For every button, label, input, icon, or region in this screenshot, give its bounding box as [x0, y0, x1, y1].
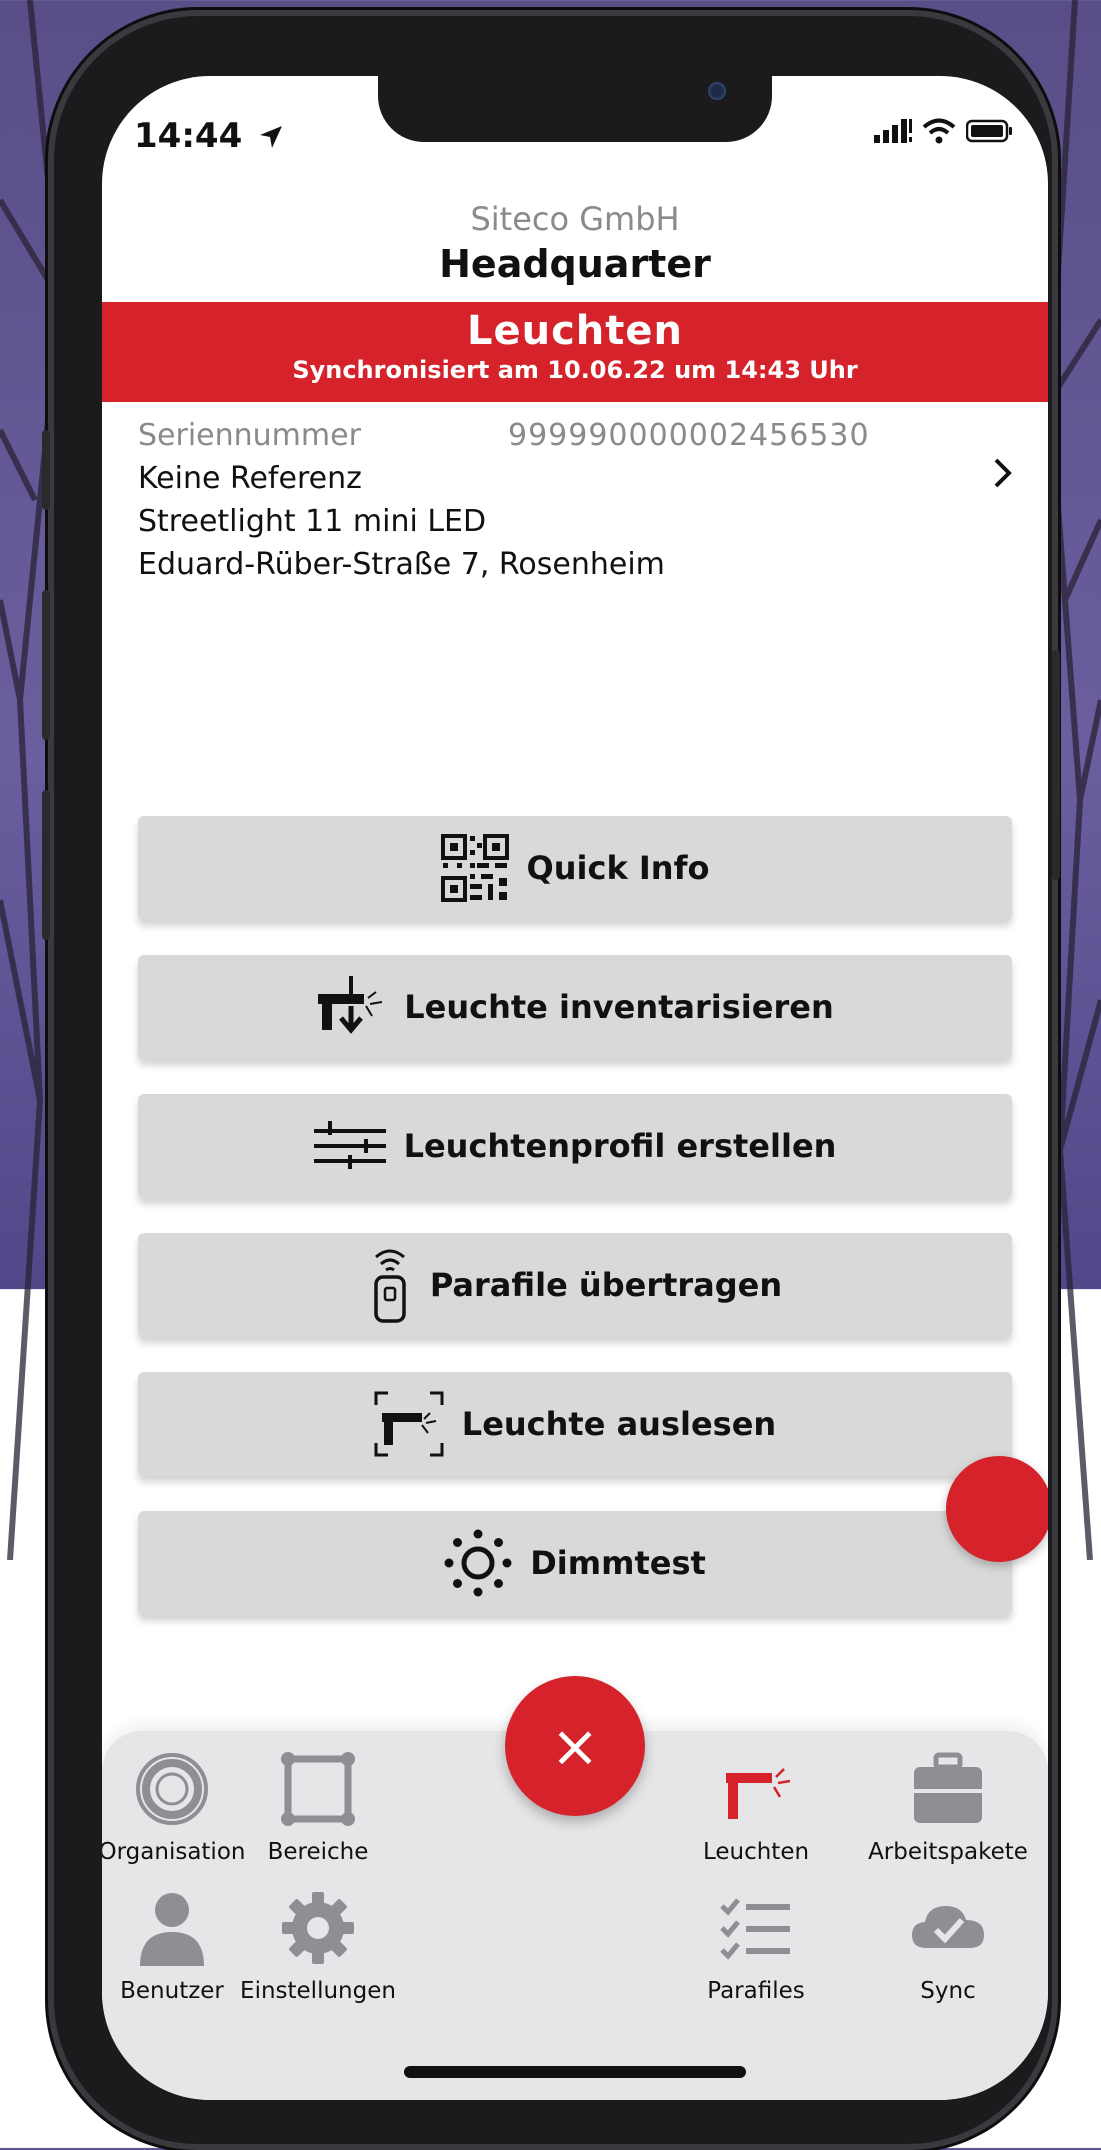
dim-test-label: Dimmtest: [530, 1544, 706, 1582]
wifi-icon: [922, 118, 956, 144]
close-icon: ×: [550, 1712, 600, 1780]
mute-switch: [42, 430, 50, 510]
dim-test-button[interactable]: Dimmtest: [138, 1511, 1012, 1615]
qr-code-icon: [440, 834, 509, 902]
tab-leuchten-label: Leuchten: [702, 1839, 810, 1865]
cellular-signal-icon: [874, 119, 912, 143]
notch: [378, 76, 772, 142]
address-text: Eduard-Rüber-Straße 7, Rosenheim: [138, 547, 665, 582]
inventory-luminaire-label: Leuchte inventarisieren: [404, 988, 834, 1026]
create-profile-label: Leuchtenprofil erstellen: [403, 1127, 837, 1165]
volume-up-button: [42, 590, 50, 740]
quick-info-button[interactable]: Quick Info: [138, 816, 1012, 920]
reference-text: Keine Referenz: [138, 461, 362, 496]
location-title: Headquarter: [439, 242, 711, 286]
app-screen: 14:44 Siteco GmbH Headquarter Leuchten S…: [102, 76, 1048, 2100]
user-icon: [140, 1893, 204, 1966]
tab-arbeitspakete-label: Arbeitspakete: [868, 1839, 1028, 1865]
tab-bereiche[interactable]: Bereiche: [238, 1749, 398, 1865]
cloud-check-icon: [912, 1906, 984, 1948]
tab-einstellungen[interactable]: Einstellungen: [238, 1888, 398, 2004]
briefcase-icon: [914, 1752, 982, 1823]
profile-lines-icon: [313, 1121, 386, 1169]
company-name: Siteco GmbH: [470, 200, 680, 238]
read-luminaire-button[interactable]: Leuchte auslesen: [138, 1372, 1012, 1476]
battery-icon: [966, 119, 1012, 143]
tab-parafiles[interactable]: Parafiles: [676, 1888, 836, 2004]
home-indicator[interactable]: [404, 2066, 746, 2078]
tab-organisation-label: Organisation: [102, 1839, 246, 1865]
status-time-text: 14:44: [134, 116, 243, 156]
tab-bereiche-label: Bereiche: [267, 1839, 369, 1865]
status-icons: [874, 118, 1014, 144]
tab-arbeitspakete[interactable]: Arbeitspakete: [853, 1749, 1043, 1865]
tab-organisation[interactable]: Organisation: [102, 1749, 252, 1865]
inventory-luminaire-button[interactable]: Leuchte inventarisieren: [138, 955, 1012, 1059]
chevron-right-icon[interactable]: [992, 456, 1014, 490]
status-time: 14:44: [134, 116, 284, 156]
sync-timestamp: Synchronisiert am 10.06.22 um 14:43 Uhr: [292, 356, 858, 384]
luminaire-info-card[interactable]: Seriennummer 999990000002456530 Keine Re…: [138, 414, 1012, 586]
create-profile-button[interactable]: Leuchtenprofil erstellen: [138, 1094, 1012, 1198]
checklist-icon: [720, 1898, 790, 1960]
camera-icon: [708, 82, 726, 100]
area-frame-icon: [281, 1752, 355, 1826]
model-text: Streetlight 11 mini LED: [138, 504, 487, 539]
sun-dimmer-icon: [444, 1529, 512, 1597]
luminaire-download-icon: [318, 976, 383, 1034]
transfer-parafile-button[interactable]: Parafile übertragen: [138, 1233, 1012, 1337]
tab-einstellungen-label: Einstellungen: [240, 1978, 396, 2004]
tab-benutzer-label: Benutzer: [120, 1978, 224, 2004]
secondary-action-button[interactable]: [946, 1456, 1048, 1562]
luminaire-scan-icon: [374, 1391, 444, 1457]
serial-row: Seriennummer 999990000002456530: [138, 414, 1012, 457]
serial-value: 999990000002456530: [508, 418, 870, 453]
gear-icon: [282, 1892, 354, 1964]
location-arrow-icon: [260, 126, 283, 148]
quick-info-label: Quick Info: [526, 849, 710, 887]
close-menu-button[interactable]: ×: [505, 1676, 645, 1816]
luminaire-icon: [726, 1768, 791, 1819]
action-list: Quick Info Leuchte inventarisieren Leuch…: [138, 816, 1012, 1650]
volume-down-button: [42, 790, 50, 940]
tab-sync[interactable]: Sync: [868, 1888, 1028, 2004]
tab-benutzer[interactable]: Benutzer: [102, 1888, 252, 2004]
tab-parafiles-label: Parafiles: [707, 1978, 805, 2004]
tab-leuchten[interactable]: Leuchten: [676, 1749, 836, 1865]
transfer-parafile-label: Parafile übertragen: [429, 1266, 783, 1304]
read-luminaire-label: Leuchte auslesen: [461, 1405, 777, 1443]
section-banner: Leuchten Synchronisiert am 10.06.22 um 1…: [102, 302, 1048, 402]
banner-title: Leuchten: [466, 308, 683, 354]
tab-sync-label: Sync: [920, 1978, 976, 2004]
remote-transmit-icon: [374, 1249, 406, 1323]
serial-label: Seriennummer: [138, 418, 361, 453]
organisation-icon: [136, 1753, 208, 1825]
power-button: [1052, 650, 1060, 880]
